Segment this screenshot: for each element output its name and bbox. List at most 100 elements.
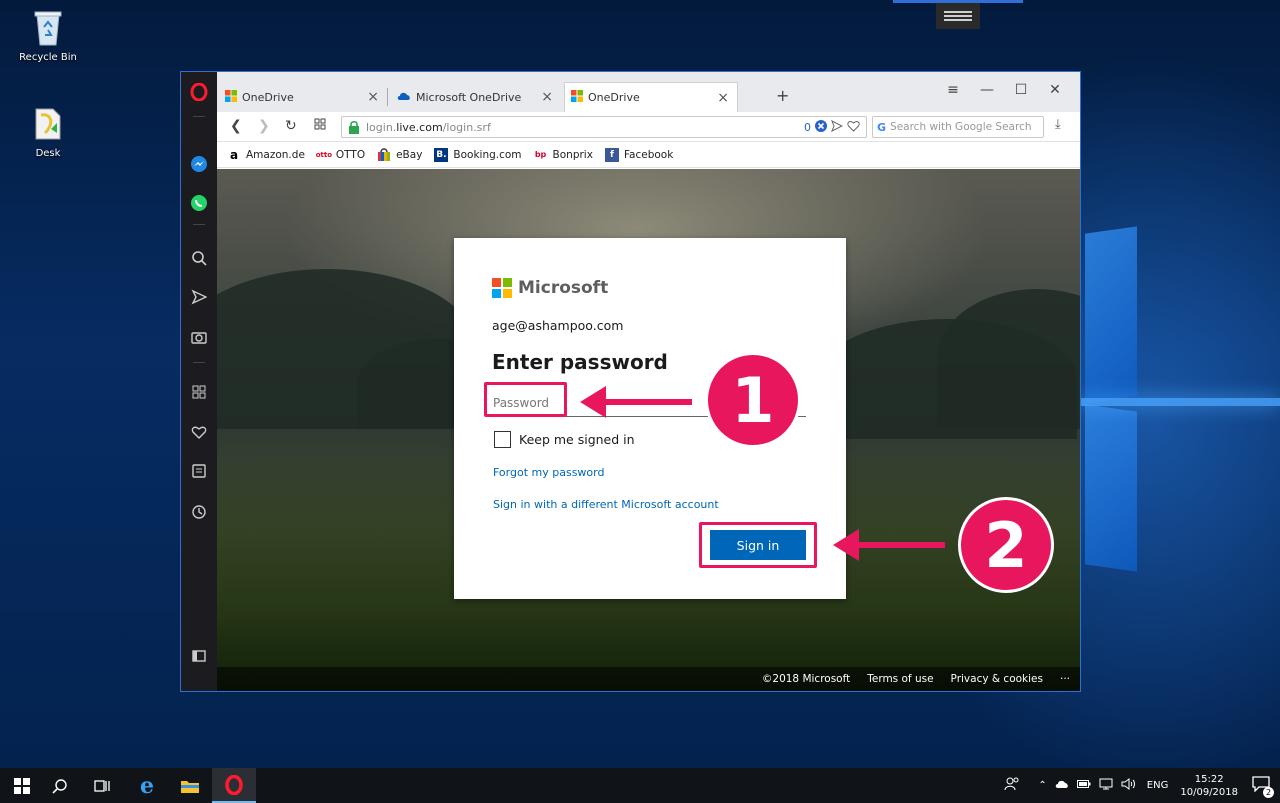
search-icon[interactable] [38,768,82,803]
forward-button[interactable]: ❯ [258,118,270,134]
address-bar: ❮ ❯ ↻ login. live.com/login.srf 0 G Sear… [217,112,1080,142]
ad-block-count[interactable]: 0 [804,121,811,134]
annotation-arrow [857,542,945,548]
window-controls: ≡ — ☐ ✕ [936,82,1072,98]
lock-icon [348,120,362,134]
tab-title: Microsoft OneDrive [416,90,522,104]
forgot-password-link[interactable]: Forgot my password [493,466,604,479]
reload-button[interactable]: ↻ [285,118,297,134]
clock-date: 10/09/2018 [1180,786,1238,798]
bookmark-label: Facebook [623,148,674,161]
whatsapp-icon[interactable] [187,191,211,215]
browser-sidebar [181,72,217,691]
notifications-icon[interactable]: 2 [1252,776,1274,798]
clock[interactable]: 15:22 10/09/2018 [1180,773,1238,799]
opera-taskbar-icon[interactable] [212,768,256,803]
chevron-up-icon[interactable]: ⌃ [1038,780,1046,791]
edge-browser-icon[interactable]: e [125,768,169,803]
download-icon[interactable]: ⤓ [1055,117,1061,132]
tab-title: OneDrive [242,90,294,104]
browser-window: OneDrive × Microsoft OneDrive × OneDrive… [180,71,1081,692]
task-view-icon[interactable] [80,768,124,803]
bookmark-facebook[interactable]: f Facebook [604,147,674,162]
bookmark-label: Booking.com [453,148,522,161]
microsoft-logo-icon [571,90,583,105]
send-icon[interactable] [831,119,844,135]
speed-dial-icon[interactable] [314,118,326,134]
close-window-button[interactable]: ✕ [1038,82,1072,98]
keep-signed-in-row[interactable]: Keep me signed in [494,431,635,448]
new-tab-button[interactable]: + [776,86,789,105]
search-icon[interactable] [187,246,211,270]
back-button[interactable]: ❮ [230,118,242,134]
opera-menu-icon[interactable] [187,80,211,104]
tab-onedrive-1[interactable]: OneDrive × [219,82,388,112]
bookmark-label: Amazon.de [246,148,305,161]
camera-icon[interactable] [187,325,211,349]
file-explorer-icon[interactable] [168,768,212,803]
notification-count: 2 [1263,787,1274,798]
search-input[interactable]: G Search with Google Search [872,116,1044,138]
bookmark-bonprix[interactable]: bp Bonprix [534,148,593,162]
bookmark-label: Bonprix [552,148,593,161]
close-icon[interactable]: × [717,90,729,106]
bookmark-label: eBay [396,148,423,161]
keep-signed-in-checkbox[interactable] [494,431,511,448]
close-icon[interactable]: × [367,89,379,105]
taskbar: e ⌃ ENG 15:22 10/09/2018 2 [0,768,1280,803]
microsoft-logo-icon [225,89,237,105]
microsoft-logo-icon [492,278,512,298]
maximize-button[interactable]: ☐ [1004,82,1038,98]
bookmark-ebay[interactable]: eBay [377,147,423,162]
language-indicator[interactable]: ENG [1147,780,1169,791]
annotation-arrow-head [833,529,859,561]
windows-logo-pane [1085,226,1137,404]
url-path: /login.srf [442,120,491,134]
onedrive-cloud-icon[interactable] [1055,779,1069,792]
folder-icon [31,104,65,144]
network-icon[interactable] [1099,778,1113,793]
news-icon[interactable] [187,459,211,483]
people-icon[interactable] [1004,777,1020,794]
bookmark-booking[interactable]: B. Booking.com [434,147,522,162]
desktop-icon-desk[interactable]: Desk [8,104,88,159]
more-options-button[interactable]: ··· [1060,673,1070,685]
heart-icon[interactable] [187,420,211,444]
volume-icon[interactable] [1121,778,1137,793]
battery-icon[interactable] [1076,779,1091,792]
history-icon[interactable] [187,500,211,524]
page-footer: ©2018 Microsoft Terms of use Privacy & c… [217,667,1080,691]
minimize-button[interactable]: — [970,82,1004,98]
desktop-icon-label: Recycle Bin [19,52,77,63]
desktop-icon-label: Desk [35,148,61,159]
url-prefix: login. [366,120,397,134]
tab-onedrive-active[interactable]: OneDrive × [564,82,738,112]
url-field[interactable]: login. live.com/login.srf 0 [341,116,867,138]
search-placeholder: Search with Google Search [890,121,1032,133]
messenger-icon[interactable] [187,152,211,176]
heart-icon[interactable] [847,120,860,135]
desktop: Recycle Bin Desk OneDrive × Microsoft On… [0,0,1280,768]
send-icon[interactable] [187,285,211,309]
different-account-link[interactable]: Sign in with a different Microsoft accou… [493,498,719,511]
speed-dial-icon[interactable] [187,380,211,404]
tab-microsoft-onedrive[interactable]: Microsoft OneDrive × [391,82,561,112]
url-actions: 0 [804,119,860,135]
copyright-text: ©2018 Microsoft [761,673,851,685]
highlight-password [484,382,567,417]
desktop-icon-recycle-bin[interactable]: Recycle Bin [8,8,88,63]
sign-in-button[interactable]: Sign in [710,530,806,560]
remote-toolbar-handle[interactable] [936,3,980,29]
privacy-link[interactable]: Privacy & cookies [951,673,1043,685]
otto-icon: otto [315,150,333,159]
recycle-bin-icon [31,8,65,48]
bookmark-amazon[interactable]: a Amazon.de [227,148,305,162]
sidebar-toggle-icon[interactable] [187,644,211,668]
terms-link[interactable]: Terms of use [867,673,933,685]
tab-menu-button[interactable]: ≡ [936,82,970,98]
ad-block-icon[interactable] [815,120,827,135]
bookmarks-bar: a Amazon.de otto OTTO eBay B. Booking.co… [217,142,1080,168]
close-icon[interactable]: × [541,89,553,105]
bookmark-otto[interactable]: otto OTTO [315,148,365,162]
onedrive-cloud-icon [397,91,411,104]
